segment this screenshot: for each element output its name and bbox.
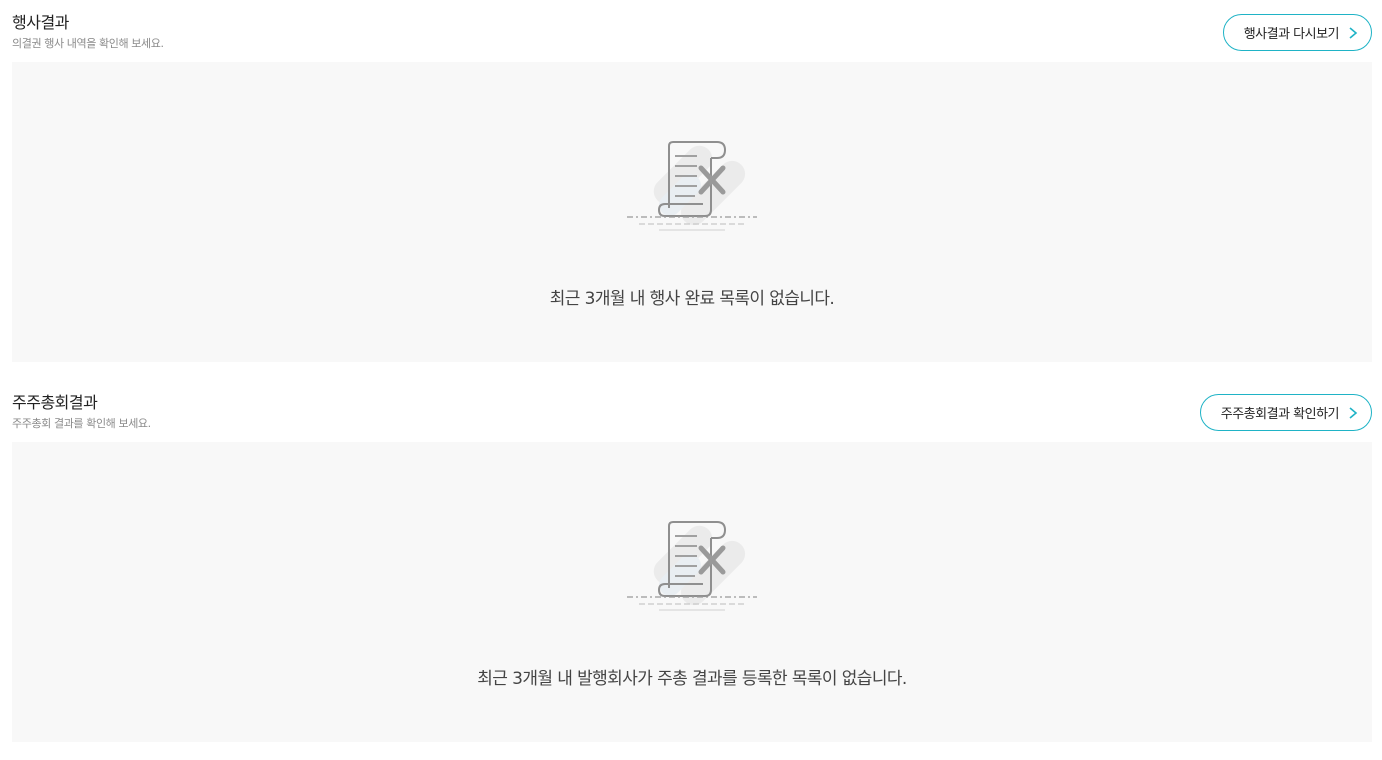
shareholder-meeting-result-section: 주주총회결과 주주총회 결과를 확인해 보세요. 주주총회결과 확인하기 최근 … [12, 380, 1372, 742]
view-meeting-result-button[interactable]: 주주총회결과 확인하기 [1199, 394, 1372, 431]
button-label: 주주총회결과 확인하기 [1220, 407, 1340, 422]
empty-state-panel: 최근 3개월 내 행사 완료 목록이 없습니다. [12, 62, 1372, 362]
event-result-section: 행사결과 의결권 행사 내역을 확인해 보세요. 행사결과 다시보기 최근 3개… [12, 0, 1372, 362]
section-subtitle: 주주총회 결과를 확인해 보세요. [12, 417, 151, 430]
section-title: 주주총회결과 [12, 393, 98, 412]
section-header: 주주총회결과 주주총회 결과를 확인해 보세요. 주주총회결과 확인하기 [12, 380, 1372, 442]
empty-state-panel: 최근 3개월 내 발행회사가 주총 결과를 등록한 목록이 없습니다. [12, 442, 1372, 742]
section-header: 행사결과 의결권 행사 내역을 확인해 보세요. 행사결과 다시보기 [12, 0, 1372, 62]
empty-message: 최근 3개월 내 행사 완료 목록이 없습니다. [549, 289, 835, 309]
empty-document-x-icon [627, 141, 757, 231]
empty-document-x-icon [627, 521, 757, 611]
section-title: 행사결과 [12, 13, 69, 32]
button-label: 행사결과 다시보기 [1243, 27, 1340, 42]
empty-message: 최근 3개월 내 발행회사가 주총 결과를 등록한 목록이 없습니다. [477, 669, 907, 689]
chevron-right-icon [1349, 26, 1358, 39]
chevron-right-icon [1349, 406, 1358, 419]
section-subtitle: 의결권 행사 내역을 확인해 보세요. [12, 37, 164, 50]
view-event-result-button[interactable]: 행사결과 다시보기 [1222, 14, 1372, 51]
